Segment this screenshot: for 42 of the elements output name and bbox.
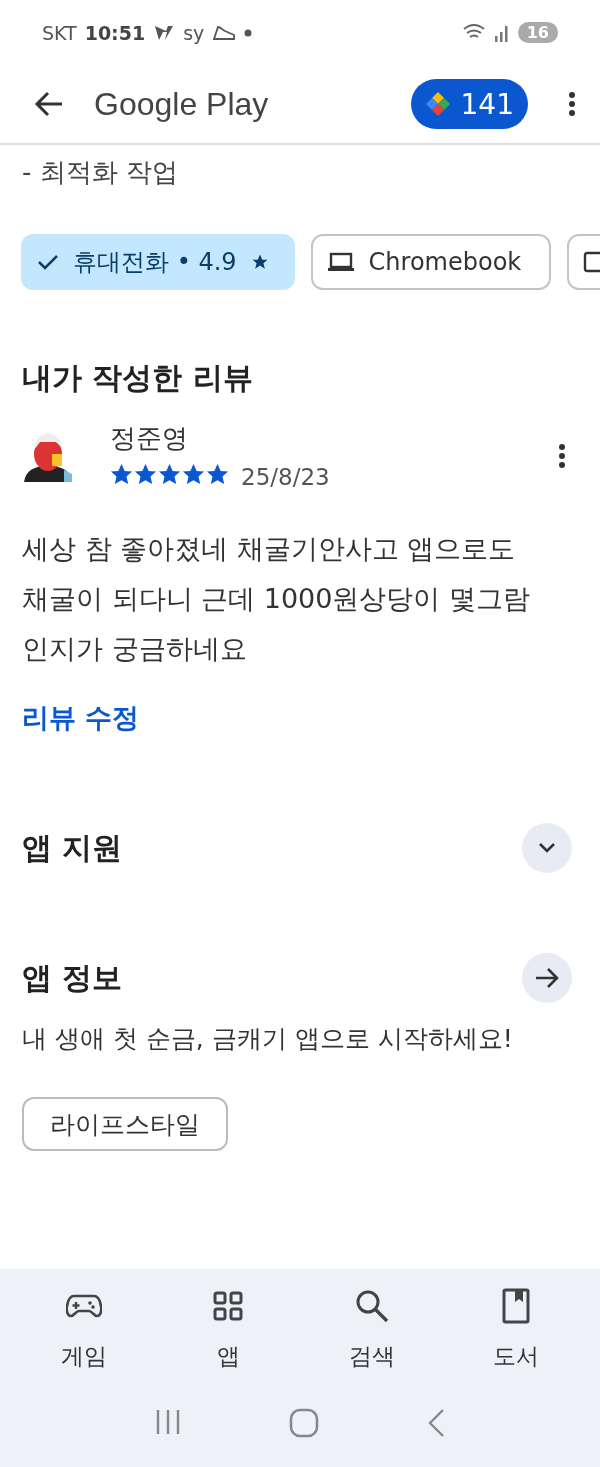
check-icon [37, 254, 59, 270]
device-chip[interactable]: 휴대전화 • 4.9 [21, 234, 295, 290]
dot-icon [244, 28, 253, 37]
apps-grid-icon [213, 1291, 243, 1321]
store-title: Google Play [94, 85, 269, 123]
expand-button[interactable] [522, 823, 572, 873]
points-button[interactable]: 141 [410, 79, 528, 129]
review-text: 세상 참 좋아졌네 채굴기안사고 앱으로도 채굴이 되다니 근데 1000원상당이 몇그람인지가 궁금하네요 [21, 532, 532, 666]
more-menu-icon[interactable] [568, 91, 576, 117]
carrier: SKT [42, 21, 77, 44]
arrow-button[interactable] [522, 953, 572, 1003]
section-heading: 내가 작성한 리뷰 [22, 359, 254, 397]
back-icon[interactable] [426, 1408, 447, 1438]
diamond-logo-icon [424, 91, 451, 117]
reviewer-name: 정준영 [110, 422, 189, 455]
app-description: 내 생애 첫 순금, 금캐기 앱으로 시작하세요! [21, 1023, 514, 1055]
nav-tab[interactable]: 게임 [24, 1287, 144, 1372]
more-options-icon[interactable] [558, 442, 566, 469]
nav-tab[interactable]: 검색 [312, 1287, 432, 1372]
laptop-icon [326, 252, 355, 272]
status-indicator: sy [183, 21, 205, 44]
nav-tab[interactable]: 도서 [456, 1287, 576, 1372]
book-icon [502, 1288, 530, 1324]
gamepad-icon [66, 1293, 102, 1319]
section-heading: 앱 정보 [22, 958, 123, 997]
back-arrow-icon[interactable] [34, 91, 64, 117]
search-icon [355, 1289, 389, 1323]
description-text: - 최적화 작업 [21, 156, 179, 189]
category-chip[interactable]: 라이프스타일 [22, 1097, 228, 1151]
signal-icon [493, 23, 510, 42]
chevron-down-icon [538, 842, 556, 854]
review-date: 25/8/23 [241, 464, 330, 490]
battery-level: 16 [517, 22, 558, 43]
bolt-icon [153, 23, 176, 42]
home-icon[interactable] [289, 1408, 319, 1438]
nav-tab[interactable]: 앱 [168, 1287, 288, 1372]
clock: 10:51 [84, 21, 146, 44]
edit-review-link[interactable]: 리뷰 수정 [22, 700, 140, 736]
star-icon [250, 253, 269, 271]
section-heading: 앱 지원 [22, 828, 123, 867]
arrow-right-icon [534, 967, 560, 989]
device-chip[interactable]: Chromebook [310, 234, 552, 290]
